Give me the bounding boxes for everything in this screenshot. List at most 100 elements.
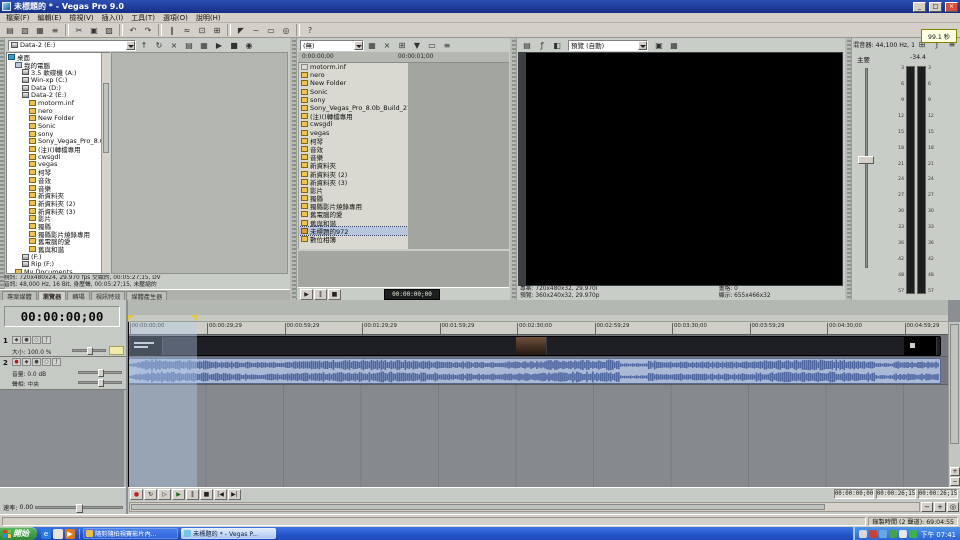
paste-icon[interactable]: ▧ [102,24,116,36]
menu-item[interactable]: 檔案(F) [2,13,34,23]
play-from-start-button[interactable]: ▷ [158,489,171,500]
open-icon[interactable]: ▨ [18,24,32,36]
time-ruler[interactable]: 00:00:00;0000:00:29;2900:00:59;2900:01:2… [128,322,948,335]
file-item[interactable]: sony [299,96,408,104]
menu-item[interactable]: 檢視(V) [65,13,97,23]
menu-item[interactable]: 工具(T) [127,13,159,23]
file-item[interactable]: 獨縣影片燒錄專用 [299,202,408,210]
file-item[interactable]: 影片 [299,186,408,194]
mute-icon[interactable]: ● [32,358,41,366]
tree-item[interactable]: Rip (F:) [7,261,109,269]
automation-icon[interactable]: ◆ [12,336,21,344]
tree-item[interactable]: vegas [7,161,109,169]
video-output-fx-icon[interactable]: ƒ [535,39,549,51]
save-icon[interactable]: ▦ [33,24,47,36]
help-icon[interactable]: ? [303,24,317,36]
copy-snapshot-icon[interactable]: ▣ [652,39,666,51]
rate-slider[interactable] [35,506,123,509]
empty-track-area[interactable] [128,385,948,487]
scrollbar-thumb[interactable] [950,324,959,444]
select-tool-icon[interactable]: ▭ [425,39,439,51]
track-fx-icon[interactable]: ƒ [52,358,61,366]
file-item[interactable]: 新資料夾 (2) [299,169,408,177]
file-item[interactable]: (注)()轉檔專用 [299,112,408,120]
marker-bar[interactable] [128,315,948,322]
taskbar-button[interactable]: 隨剪隨拍視賽影片內... [83,528,178,539]
menu-item[interactable]: 選項(O) [159,13,192,23]
tree-item[interactable]: (注)()轉檔專用 [7,145,109,153]
taskbar-button[interactable]: 未標題的 * - Vegas P... [181,528,276,539]
volume-slider[interactable] [78,371,122,374]
automation-icon[interactable]: ◆ [22,358,31,366]
slider-knob[interactable] [98,369,104,377]
track-zoom-out-button[interactable]: − [950,477,960,486]
track-fx-icon[interactable]: ƒ [42,336,51,344]
file-item[interactable]: vegas [299,129,408,137]
file-item[interactable]: Sonic [299,88,408,96]
loop-playback-button[interactable]: ↻ [144,489,157,500]
copy-icon[interactable]: ▣ [87,24,101,36]
dock-tab[interactable]: 視訊特效 [91,291,126,300]
menu-item[interactable]: 編輯(E) [34,13,66,23]
stop-preview-icon[interactable]: ■ [227,39,241,51]
timeline-vertical-scrollbar[interactable]: + − [948,322,960,487]
tree-item[interactable]: nero [7,107,109,115]
big-timecode[interactable]: 00:00:00;00 [4,306,120,327]
tree-item[interactable]: 舊與和諧 [7,245,109,253]
stop-button[interactable]: ■ [328,289,341,300]
zoom-in-button[interactable]: + [934,502,946,512]
tree-item[interactable]: motorm.inf [7,99,109,107]
pause-button[interactable]: ‖ [314,289,327,300]
media-player-icon[interactable]: ▶ [65,529,75,539]
tray-messenger-icon[interactable] [909,530,917,538]
automation-settings-icon[interactable] [109,346,124,355]
solo-icon[interactable]: ○ [32,336,41,344]
auto-preview-icon[interactable]: ◉ [242,39,256,51]
file-item[interactable]: 音樂 [299,153,408,161]
selection-timecode[interactable]: 00:00:26;15 [918,489,958,499]
up-one-level-icon[interactable]: ↑ [137,39,151,51]
arm-record-icon[interactable]: ● [12,358,21,366]
timeline-horizontal-scrollbar[interactable] [129,502,920,512]
file-item[interactable]: New Folder [299,79,408,87]
file-item[interactable]: Sony_Vegas_Pro_8.0b_Build_217.part1 [299,104,408,112]
start-preview-icon[interactable]: ▶ [212,39,226,51]
chevron-down-icon[interactable] [354,41,363,50]
normal-edit-tool-icon[interactable]: ◤ [234,24,248,36]
play-button[interactable]: ▶ [172,489,185,500]
slider-knob[interactable] [76,504,83,513]
preview-quality-combo[interactable]: 預覽 (自動) [568,40,648,51]
file-item[interactable]: 數位相簿 [299,235,408,243]
envelope-edit-tool-icon[interactable]: ~ [249,24,263,36]
file-item[interactable]: cwsgdl [299,120,408,128]
minimize-button[interactable]: _ [913,2,926,12]
edit-cursor[interactable] [128,322,129,487]
tree-item[interactable]: New Folder [7,115,109,123]
enable-snapping-icon[interactable]: ∥ [165,24,179,36]
trimmer-ruler[interactable]: 0:00:00;00 00:00:01;00 [298,52,509,63]
file-item[interactable]: nero [299,71,408,79]
chevron-down-icon[interactable] [638,41,647,50]
file-item[interactable]: 新資料夾 (3) [299,178,408,186]
cut-icon[interactable]: ✂ [72,24,86,36]
chevron-down-icon[interactable] [126,41,135,50]
dock-tab[interactable]: 專案媒體 [2,291,37,300]
track-zoom-in-button[interactable]: + [950,467,960,476]
loop-region-start-marker[interactable] [128,315,134,321]
tray-volume-icon[interactable] [859,530,867,538]
meter-peak-value[interactable]: -34.4 [895,54,941,61]
tree-item[interactable]: 桌面 [7,53,109,61]
dock-grip[interactable] [847,38,852,300]
record-button[interactable]: ● [130,489,143,500]
slider-knob[interactable] [87,347,93,355]
zoom-edit-tool-icon[interactable]: ◎ [279,24,293,36]
dock-grip[interactable] [512,38,517,300]
file-item[interactable]: 獨縣 [299,194,408,202]
selection-timecode[interactable]: 00:00:26;15 [876,489,916,499]
ignore-event-grouping-icon[interactable]: ⊞ [210,24,224,36]
file-item[interactable]: 未標題的972 [299,227,408,235]
project-properties-icon[interactable]: ≡ [48,24,62,36]
audio-track-header[interactable]: 2 ●◆●○ƒ 音量: 0.0 dB 聲相: 中央 [0,357,126,390]
tree-item[interactable]: 柯琴 [7,168,109,176]
internet-explorer-icon[interactable]: e [41,529,51,539]
